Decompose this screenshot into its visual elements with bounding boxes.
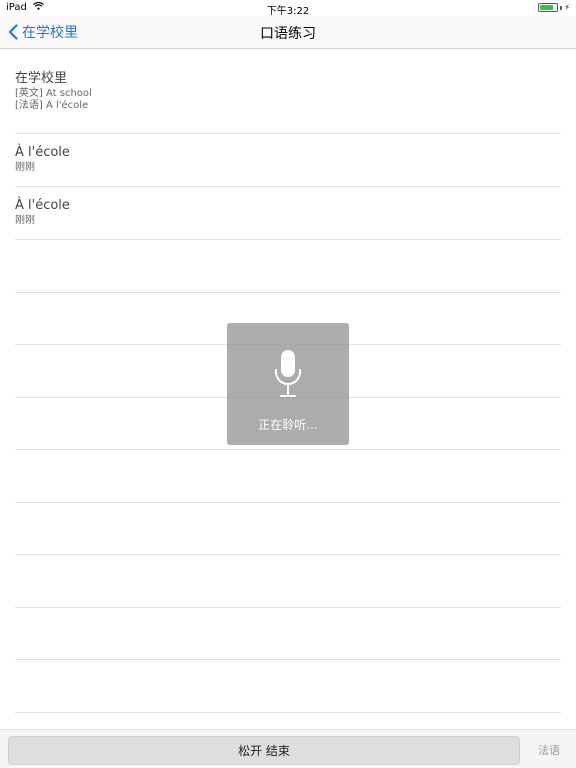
list-item-time: 刚刚: [15, 162, 35, 173]
back-label: 在学校里: [22, 25, 78, 41]
empty-row: [15, 240, 561, 293]
topic-header-item: 在学校里 [英文] At school [法语] A l'école: [15, 50, 561, 134]
empty-row: [15, 555, 561, 608]
list-item[interactable]: À l'école 刚刚: [15, 187, 561, 240]
list-item[interactable]: À l'école 刚刚: [15, 134, 561, 187]
battery-fill: [540, 5, 554, 10]
listening-overlay: 正在聆听...: [227, 323, 349, 445]
list-item-text: À l'école: [15, 198, 70, 213]
empty-row: [15, 608, 561, 660]
chevron-left-icon: [8, 24, 18, 40]
empty-row: [15, 503, 561, 555]
page-title: 口语练习: [260, 26, 316, 42]
empty-row: [15, 660, 561, 713]
topic-english: [英文] At school: [15, 88, 92, 99]
back-button[interactable]: 在学校里: [8, 22, 78, 42]
status-time: 下午3:22: [266, 6, 310, 17]
hold-to-talk-button[interactable]: 松开 结束: [8, 736, 520, 765]
status-right: ⚡: [538, 3, 570, 12]
listening-text: 正在聆听...: [258, 418, 318, 432]
status-bar: iPad 下午3:22 ⚡: [0, 0, 576, 17]
battery-icon: [538, 3, 559, 12]
topic-title: 在学校里: [15, 71, 68, 86]
bottom-toolbar: 松开 结束 法语: [0, 729, 576, 768]
list-item-text: À l'école: [15, 145, 70, 160]
topic-french: [法语] A l'école: [15, 100, 89, 111]
list-item-time: 刚刚: [15, 215, 35, 226]
charging-icon: ⚡: [564, 2, 570, 12]
microphone-icon: [273, 349, 303, 403]
language-button[interactable]: 法语: [538, 742, 560, 758]
battery-cap: [560, 5, 563, 10]
navigation-bar: 在学校里 口语练习: [0, 16, 576, 49]
empty-row: [15, 450, 561, 503]
